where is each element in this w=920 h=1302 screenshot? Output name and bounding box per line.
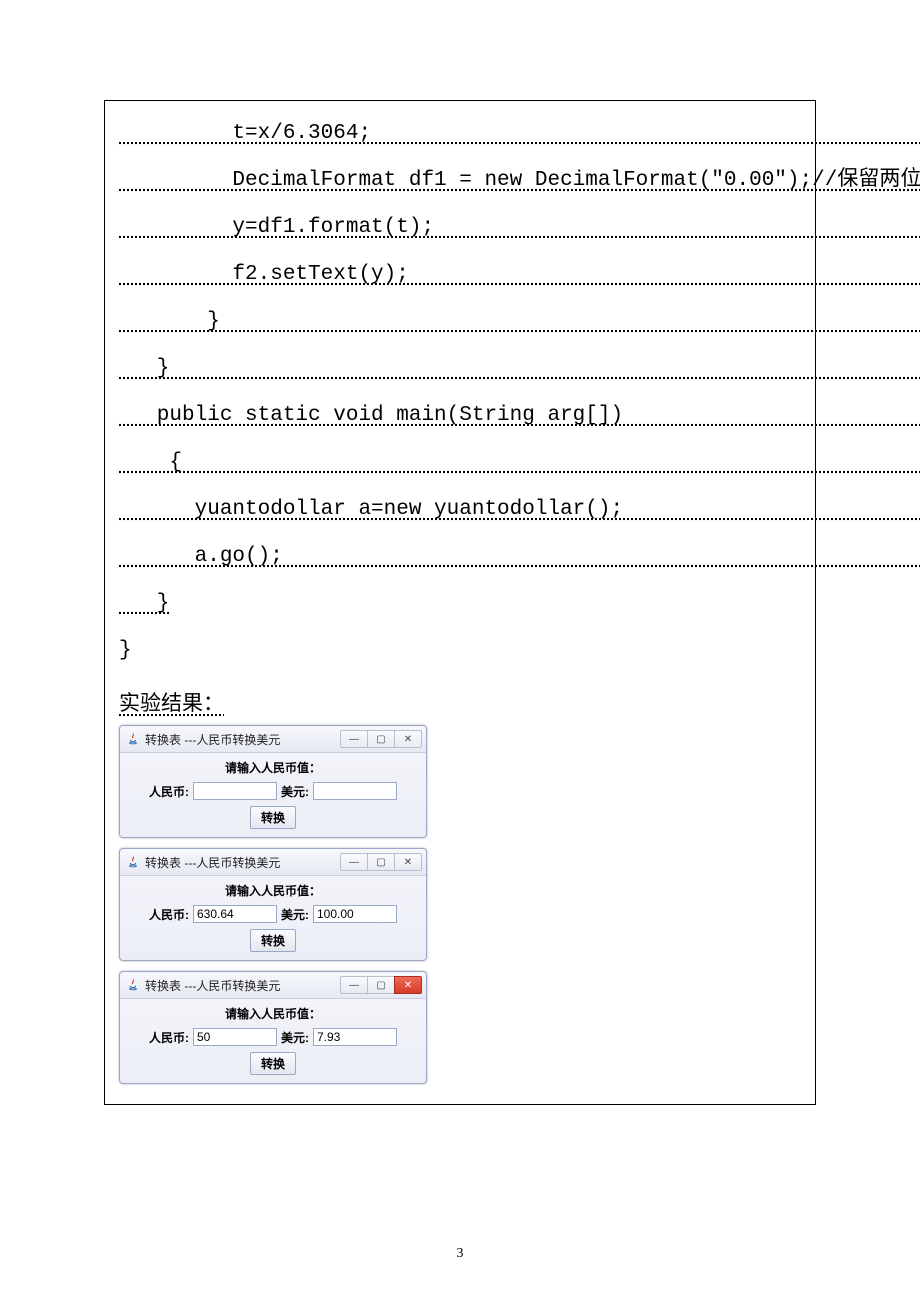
usd-label: 美元: bbox=[281, 783, 309, 800]
prompt-label: 请输入人民币值： bbox=[225, 1005, 321, 1022]
app-window: 转换表 ---人民币转换美元 — ▢ ✕ 请输入人民币值： 人民币: 美元: 转… bbox=[119, 725, 427, 838]
code-line: } bbox=[119, 593, 805, 614]
app-window: 转换表 ---人民币转换美元 — ▢ ✕ 请输入人民币值： 人民币: 美元: 转… bbox=[119, 848, 427, 961]
usd-input[interactable] bbox=[313, 905, 397, 923]
maximize-button[interactable]: ▢ bbox=[367, 730, 394, 748]
code-line: y=df1.format(t); bbox=[119, 217, 805, 238]
close-button[interactable]: ✕ bbox=[394, 853, 422, 871]
code-line: DecimalFormat df1 = new DecimalFormat("0… bbox=[119, 170, 805, 191]
code-line: a.go(); bbox=[119, 546, 805, 567]
prompt-label: 请输入人民币值： bbox=[225, 882, 321, 899]
window-title: 转换表 ---人民币转换美元 bbox=[145, 731, 280, 748]
code-line: t=x/6.3064; bbox=[119, 123, 805, 144]
minimize-button[interactable]: — bbox=[340, 976, 367, 994]
usd-label: 美元: bbox=[281, 1029, 309, 1046]
window-title: 转换表 ---人民币转换美元 bbox=[145, 854, 280, 871]
convert-button[interactable]: 转换 bbox=[250, 806, 296, 829]
rmb-label: 人民币: bbox=[149, 1029, 189, 1046]
usd-input[interactable] bbox=[313, 782, 397, 800]
field-row: 人民币: 美元: bbox=[126, 782, 420, 800]
window-controls: — ▢ ✕ bbox=[340, 976, 422, 994]
code-line: yuantodollar a=new yuantodollar(); bbox=[119, 499, 805, 520]
window-controls: — ▢ ✕ bbox=[340, 730, 422, 748]
window-titlebar[interactable]: 转换表 ---人民币转换美元 — ▢ ✕ bbox=[120, 972, 426, 999]
window-titlebar[interactable]: 转换表 ---人民币转换美元 — ▢ ✕ bbox=[120, 726, 426, 753]
rmb-label: 人民币: bbox=[149, 783, 189, 800]
convert-button[interactable]: 转换 bbox=[250, 1052, 296, 1075]
java-icon bbox=[126, 978, 140, 992]
maximize-button[interactable]: ▢ bbox=[367, 853, 394, 871]
close-button[interactable]: ✕ bbox=[394, 976, 422, 994]
field-row: 人民币: 美元: bbox=[126, 1028, 420, 1046]
code-line: } bbox=[119, 358, 805, 379]
page-number: 3 bbox=[0, 1246, 920, 1262]
document-frame: t=x/6.3064; DecimalFormat df1 = new Deci… bbox=[104, 100, 816, 1105]
field-row: 人民币: 美元: bbox=[126, 905, 420, 923]
code-line: } bbox=[119, 640, 805, 661]
window-titlebar[interactable]: 转换表 ---人民币转换美元 — ▢ ✕ bbox=[120, 849, 426, 876]
window-content: 请输入人民币值： 人民币: 美元: 转换 bbox=[120, 876, 426, 960]
window-content: 请输入人民币值： 人民币: 美元: 转换 bbox=[120, 999, 426, 1083]
code-line: } bbox=[119, 311, 805, 332]
minimize-button[interactable]: — bbox=[340, 730, 367, 748]
window-controls: — ▢ ✕ bbox=[340, 853, 422, 871]
rmb-input[interactable] bbox=[193, 782, 277, 800]
rmb-input[interactable] bbox=[193, 905, 277, 923]
prompt-label: 请输入人民币值： bbox=[225, 759, 321, 776]
rmb-input[interactable] bbox=[193, 1028, 277, 1046]
java-icon bbox=[126, 855, 140, 869]
convert-button[interactable]: 转换 bbox=[250, 929, 296, 952]
code-line: f2.setText(y); bbox=[119, 264, 805, 285]
app-window: 转换表 ---人民币转换美元 — ▢ ✕ 请输入人民币值： 人民币: 美元: 转… bbox=[119, 971, 427, 1084]
minimize-button[interactable]: — bbox=[340, 853, 367, 871]
code-line: public static void main(String arg[]) bbox=[119, 405, 805, 426]
usd-label: 美元: bbox=[281, 906, 309, 923]
window-title: 转换表 ---人民币转换美元 bbox=[145, 977, 280, 994]
window-content: 请输入人民币值： 人民币: 美元: 转换 bbox=[120, 753, 426, 837]
result-heading: 实验结果： bbox=[119, 687, 805, 717]
maximize-button[interactable]: ▢ bbox=[367, 976, 394, 994]
rmb-label: 人民币: bbox=[149, 906, 189, 923]
code-line: { bbox=[119, 452, 805, 473]
usd-input[interactable] bbox=[313, 1028, 397, 1046]
java-icon bbox=[126, 732, 140, 746]
close-button[interactable]: ✕ bbox=[394, 730, 422, 748]
